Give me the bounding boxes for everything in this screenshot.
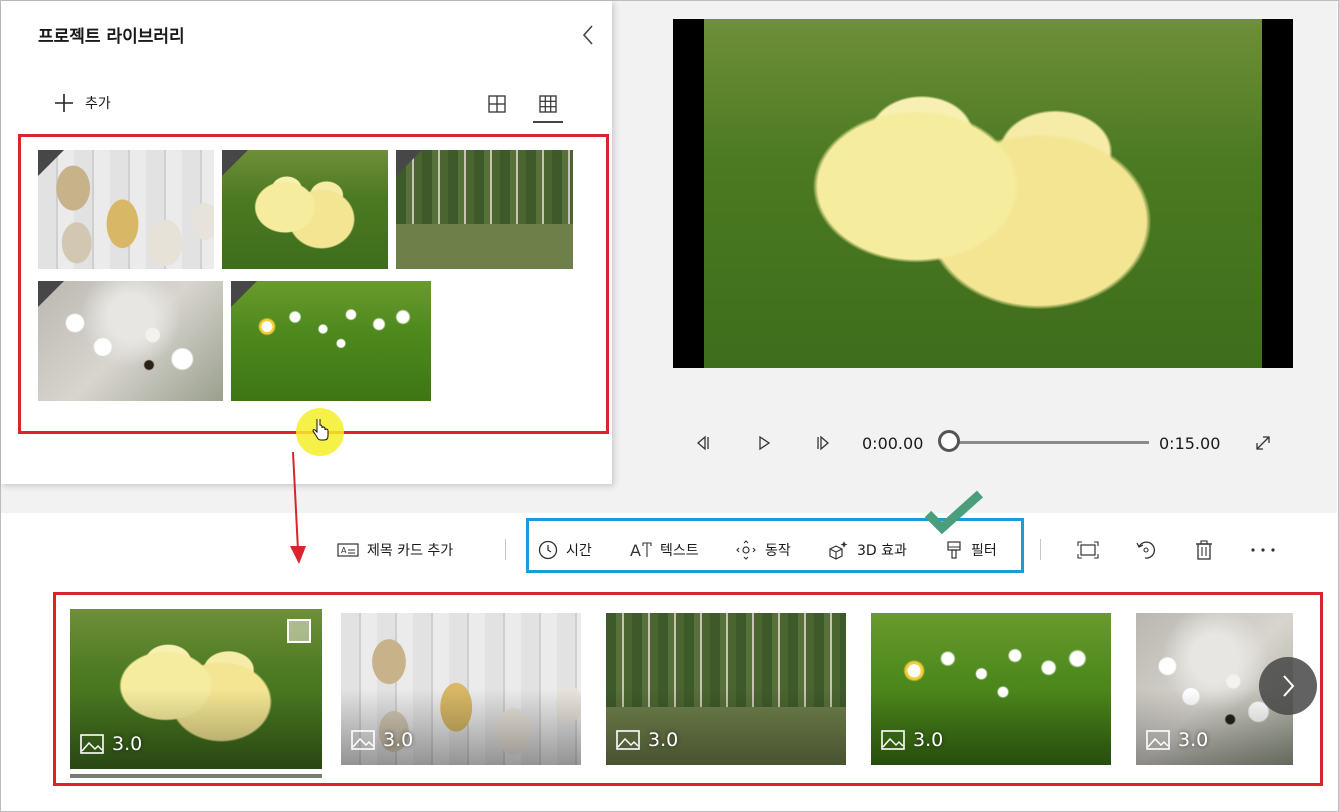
seek-bar[interactable]	[951, 441, 1149, 444]
delete-button[interactable]	[1191, 537, 1217, 563]
ellipsis-icon	[1251, 548, 1275, 552]
add-media-label: 추가	[85, 96, 111, 112]
title-card-icon: A	[337, 543, 359, 557]
large-grid-view-button[interactable]	[482, 91, 512, 117]
small-grid-view-button[interactable]	[533, 91, 563, 123]
library-title: 프로젝트 라이브러리	[38, 27, 185, 47]
more-options-button[interactable]	[1249, 537, 1277, 563]
toolbar-divider	[505, 539, 506, 560]
grid-small-icon	[539, 95, 557, 113]
plus-icon	[55, 94, 73, 112]
play-button[interactable]	[751, 432, 777, 454]
resize-button[interactable]	[1075, 537, 1101, 563]
grid-large-icon	[488, 95, 506, 113]
step-back-icon	[697, 435, 709, 451]
checkmark-annotation-icon	[924, 490, 984, 535]
chevron-left-icon	[582, 25, 593, 45]
current-time: 0:00.00	[862, 434, 924, 453]
crop-resize-icon	[1077, 541, 1099, 559]
drag-arrow-annotation	[290, 451, 306, 564]
fullscreen-button[interactable]	[1251, 432, 1275, 454]
preview-frame-image	[704, 19, 1262, 368]
rotate-icon	[1136, 541, 1156, 559]
storyboard-annotation	[53, 592, 1323, 786]
video-preview[interactable]	[673, 19, 1293, 368]
library-selection-annotation	[18, 134, 609, 434]
play-icon	[759, 435, 771, 451]
rotate-button[interactable]	[1133, 537, 1159, 563]
toolbar-divider	[1040, 539, 1041, 560]
expand-icon	[1256, 436, 1270, 450]
add-title-card-button[interactable]: A 제목 카드 추가	[337, 536, 453, 564]
trash-icon	[1196, 540, 1212, 560]
hand-cursor-icon	[312, 419, 329, 441]
collapse-library-button[interactable]	[579, 23, 599, 47]
next-frame-button[interactable]	[810, 432, 836, 454]
previous-frame-button[interactable]	[690, 432, 716, 454]
total-time: 0:15.00	[1159, 434, 1221, 453]
step-forward-icon	[817, 435, 829, 451]
seek-thumb[interactable]	[938, 430, 960, 452]
add-media-button[interactable]: 추가	[53, 91, 111, 115]
add-title-card-label: 제목 카드 추가	[367, 543, 454, 559]
svg-text:A: A	[341, 546, 347, 555]
